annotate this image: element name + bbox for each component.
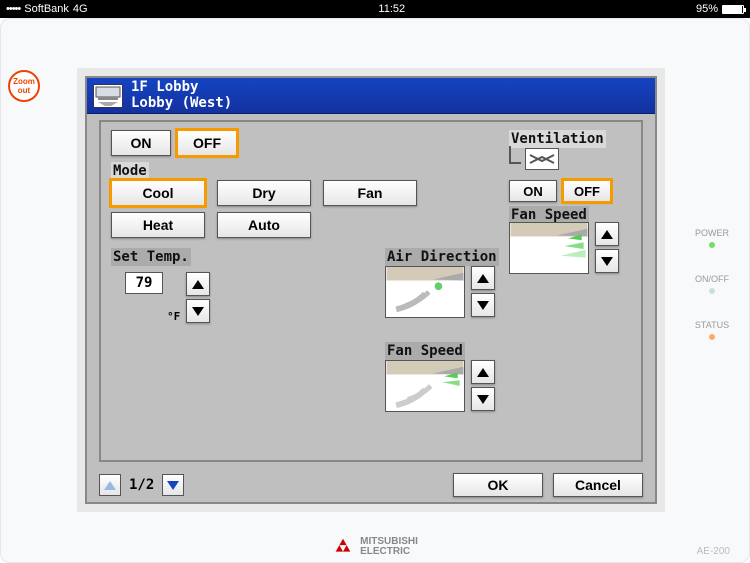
mode-heat-button[interactable]: Heat [111,212,205,238]
touchscreen: 1F Lobby Lobby (West) ON OFF Mode Cool D… [85,76,657,504]
prev-page-button[interactable] [99,474,121,496]
power-indicator-label: POWER [688,228,736,238]
vent-on-button[interactable]: ON [509,180,557,202]
network-label: 4G [73,3,88,15]
settings-panel: ON OFF Mode Cool Dry Fan Heat Auto Set T… [99,120,643,462]
brand-logo: MITSUBISHIELECTRIC [0,537,750,557]
fan-speed-label: Fan Speed [385,342,465,360]
power-led-icon [709,242,715,248]
device-bezel: Zoom out POWER ON/OFF STATUS 1F Lobby Lo… [0,18,750,563]
status-led-icon [709,334,715,340]
air-direction-preview [385,266,465,318]
ventilation-label: Ventilation [509,130,606,148]
onoff-indicator-label: ON/OFF [688,274,736,284]
set-temp-label: Set Temp. [111,248,191,266]
onoff-led-icon [709,288,715,294]
vent-fan-speed-preview [509,222,589,274]
down-arrow-icon [167,481,179,490]
down-arrow-icon [601,257,613,266]
signal-dots-icon: ••••• [6,3,20,15]
down-arrow-icon [192,307,204,316]
airdir-up-button[interactable] [471,266,495,290]
mitsubishi-logo-icon [332,538,354,556]
mode-dry-button[interactable]: Dry [217,180,311,206]
up-arrow-icon [601,230,613,239]
vent-fanspeed-up-button[interactable] [595,222,619,246]
clock-label: 11:52 [88,3,696,15]
fanspeed-up-button[interactable] [471,360,495,384]
brand-line2: ELECTRIC [360,547,418,557]
mode-cool-button[interactable]: Cool [111,180,205,206]
title-line1: 1F Lobby [131,80,232,95]
unit-icon [93,84,123,108]
up-arrow-icon [477,368,489,377]
up-arrow-icon [192,280,204,289]
model-label: AE-200 [697,546,730,557]
airdir-down-button[interactable] [471,293,495,317]
air-direction-label: Air Direction [385,248,499,266]
temp-down-button[interactable] [186,299,210,323]
status-indicator-label: STATUS [688,320,736,330]
page-indicator: 1/2 [129,477,154,493]
battery-icon [722,5,744,14]
power-on-button[interactable]: ON [111,130,171,156]
power-off-button[interactable]: OFF [177,130,237,156]
cancel-button[interactable]: Cancel [553,473,643,497]
fanspeed-down-button[interactable] [471,387,495,411]
ventilation-bracket-icon [509,146,521,164]
set-temp-value: 79 [125,272,163,294]
ios-status-bar: ••••• SoftBank 4G 11:52 95% [0,0,750,18]
mode-fan-button[interactable]: Fan [323,180,417,206]
vent-off-button[interactable]: OFF [563,180,611,202]
battery-pct-label: 95% [696,3,718,15]
down-arrow-icon [477,301,489,310]
ok-button[interactable]: OK [453,473,543,497]
down-arrow-icon [477,395,489,404]
temp-up-button[interactable] [186,272,210,296]
mode-label: Mode [111,162,149,180]
ventilation-icon [525,148,559,170]
set-temp-unit: °F [167,310,180,323]
dialog-footer: 1/2 OK Cancel [87,468,655,502]
hw-indicator-panel: POWER ON/OFF STATUS [688,228,736,366]
next-page-button[interactable] [162,474,184,496]
vent-fanspeed-down-button[interactable] [595,249,619,273]
up-arrow-icon [477,274,489,283]
title-line2: Lobby (West) [131,96,232,111]
carrier-label: SoftBank [24,3,69,15]
title-bar: 1F Lobby Lobby (West) [87,78,655,114]
zoom-out-button[interactable]: Zoom out [8,70,40,102]
up-arrow-icon [104,481,116,490]
fan-speed-preview [385,360,465,412]
mode-auto-button[interactable]: Auto [217,212,311,238]
